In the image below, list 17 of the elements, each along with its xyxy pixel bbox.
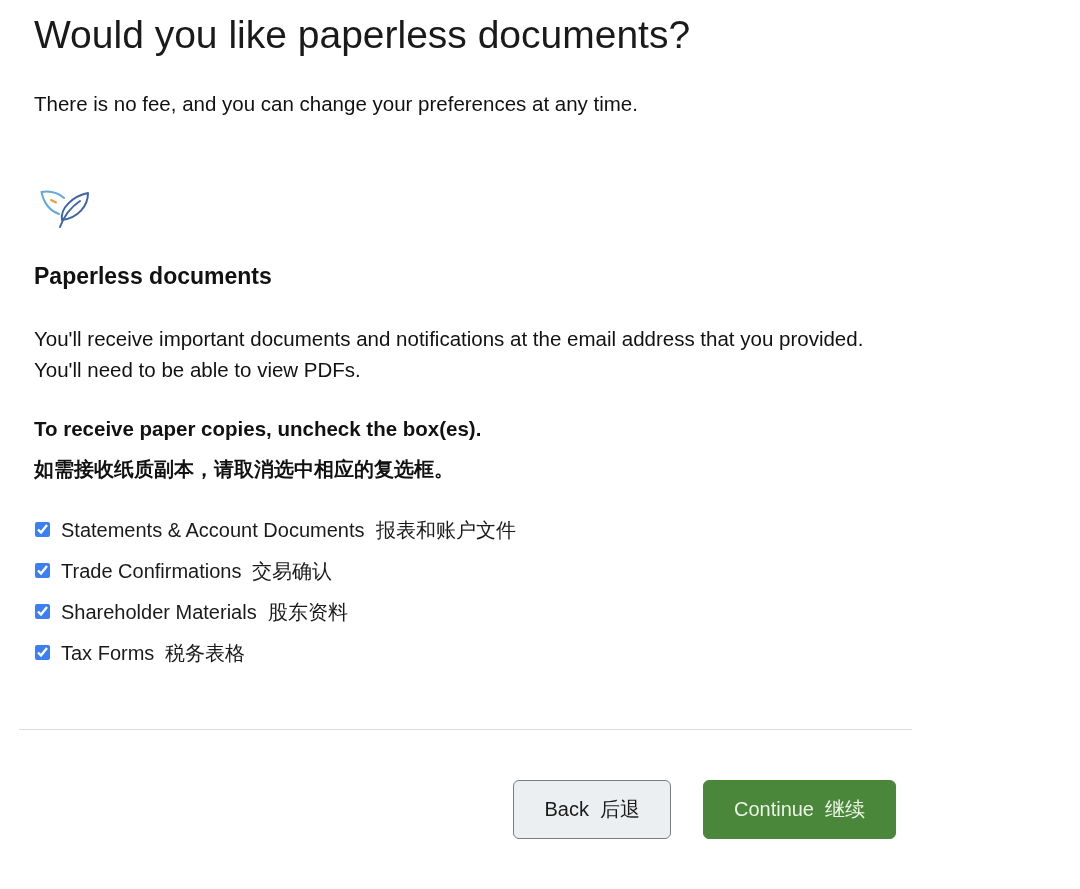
document-checkbox[interactable] xyxy=(35,522,50,537)
option-label: Tax Forms 税务表格 xyxy=(61,640,246,665)
subtitle-text: There is no fee, and you can change your preferences at any time. xyxy=(34,92,638,116)
option-label: Statements & Account Documents 报表和账户文件 xyxy=(61,517,516,542)
document-checkbox[interactable] xyxy=(35,604,50,619)
leaf-icon xyxy=(40,190,90,230)
option-label: Trade Confirmations 交易确认 xyxy=(61,558,333,583)
description-text: You'll receive important documents and notifications at the email address that you provided. You'll need to be able to view PDFs. xyxy=(34,326,864,383)
section-heading: Paperless documents xyxy=(34,262,272,290)
back-button[interactable]: Back 后退 xyxy=(513,780,671,839)
option-label: Shareholder Materials 股东资料 xyxy=(61,599,348,624)
document-checkbox[interactable] xyxy=(35,645,50,660)
document-checkbox[interactable] xyxy=(35,563,50,578)
instruction-text-chinese: 如需接收纸质副本，请取消选中相应的复选框。 xyxy=(34,457,454,481)
page-title: Would you like paperless documents? xyxy=(34,12,691,58)
instruction-text: To receive paper copies, uncheck the box(es). xyxy=(34,417,482,441)
continue-button[interactable]: Continue 继续 xyxy=(702,780,896,839)
